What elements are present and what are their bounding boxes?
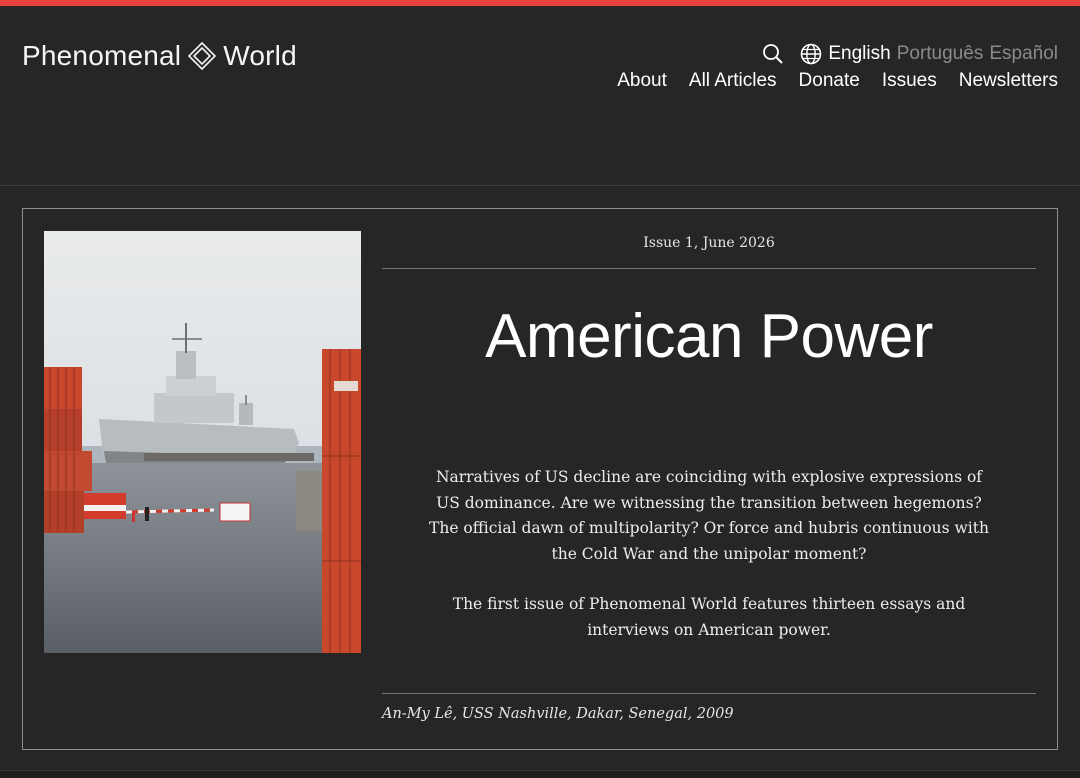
issue-feature-card[interactable]: Issue 1, June 2026 American Power Narrat… bbox=[22, 208, 1058, 750]
logo-text-left: Phenomenal bbox=[22, 40, 182, 71]
description-paragraph: The first issue of Phenomenal World feat… bbox=[452, 595, 966, 639]
diamond-logo-icon bbox=[188, 41, 217, 71]
search-icon[interactable] bbox=[762, 43, 784, 65]
logo-text-right: World bbox=[223, 40, 297, 71]
ship-at-port-image bbox=[44, 231, 361, 653]
nav-newsletters[interactable]: Newsletters bbox=[959, 70, 1058, 98]
site-header: Phenomenal World English Português Españ… bbox=[0, 6, 1080, 186]
issue-title[interactable]: American Power bbox=[382, 301, 1036, 381]
image-caption: An-My Lê, USS Nashville, Dakar, Senegal,… bbox=[382, 693, 1036, 733]
language-spanish[interactable]: Español bbox=[989, 43, 1058, 65]
nav-donate[interactable]: Donate bbox=[799, 70, 860, 98]
issue-date-meta: Issue 1, June 2026 bbox=[382, 235, 1036, 269]
language-bar: English Português Español bbox=[762, 40, 1058, 68]
nav-about[interactable]: About bbox=[617, 70, 667, 98]
main-nav: About All Articles Donate Issues Newslet… bbox=[617, 70, 1058, 98]
description-paragraph: Narratives of US decline are coinciding … bbox=[429, 468, 989, 563]
issue-cover-photo[interactable] bbox=[44, 231, 361, 653]
nav-all-articles[interactable]: All Articles bbox=[689, 70, 777, 98]
site-logo[interactable]: Phenomenal World bbox=[22, 36, 297, 76]
issue-description: Narratives of US decline are coinciding … bbox=[422, 465, 996, 643]
globe-icon bbox=[801, 43, 822, 65]
language-english[interactable]: English bbox=[828, 43, 890, 65]
nav-issues[interactable]: Issues bbox=[882, 70, 937, 98]
next-section-edge bbox=[0, 770, 1080, 778]
language-portuguese[interactable]: Português bbox=[897, 43, 984, 65]
